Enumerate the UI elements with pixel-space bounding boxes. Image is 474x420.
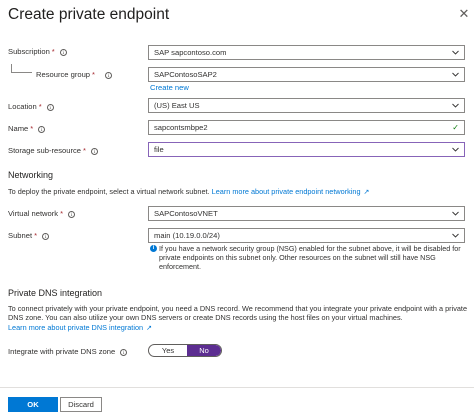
resource-group-label: Resource group [36, 70, 91, 79]
panel-title: Create private endpoint [8, 6, 170, 23]
required-marker: * [34, 231, 38, 240]
subnet-label: Subnet [8, 231, 33, 240]
chevron-down-icon [452, 232, 459, 239]
location-label: Location [8, 102, 37, 111]
info-icon[interactable]: i [91, 148, 98, 155]
subnet-value: main (10.19.0.0/24) [154, 231, 220, 240]
info-icon[interactable]: i [105, 72, 113, 79]
virtual-network-label: Virtual network [8, 209, 59, 218]
resource-group-select[interactable]: SAPContosoSAP2 [148, 67, 465, 82]
networking-intro: To deploy the private endpoint, select a… [8, 187, 210, 196]
networking-intro-row: To deploy the private endpoint, select a… [8, 187, 369, 197]
chevron-down-icon [452, 146, 459, 153]
location-select[interactable]: (US) East US [148, 98, 465, 113]
info-icon[interactable]: i [46, 104, 54, 111]
dns-heading: Private DNS integration [8, 288, 103, 298]
info-filled-icon: i [150, 245, 157, 252]
virtual-network-select[interactable]: SAPContosoVNET [148, 206, 465, 221]
virtual-network-label-row: Virtual network * i [8, 209, 76, 218]
required-marker: * [83, 146, 86, 155]
required-marker: * [30, 124, 34, 133]
create-new-link[interactable]: Create new [150, 83, 189, 92]
name-value: sapcontsmbpe2 [154, 123, 208, 132]
info-icon[interactable]: i [68, 211, 76, 218]
tree-connector [11, 64, 12, 72]
toggle-yes-option[interactable]: Yes [149, 345, 187, 356]
required-marker: * [38, 102, 42, 111]
storage-sub-resource-select[interactable]: file [148, 142, 465, 157]
storage-sub-resource-label: Storage sub-resource [8, 146, 82, 155]
learn-more-dns-link[interactable]: Learn more about private DNS integration [8, 323, 143, 332]
subnet-note-text: If you have a network security group (NS… [159, 244, 461, 272]
integrate-dns-label: Integrate with private DNS zone [8, 347, 116, 356]
chevron-down-icon [452, 49, 459, 56]
info-icon[interactable]: i [59, 49, 67, 56]
name-input[interactable]: sapcontsmbpe2 ✓ [148, 120, 465, 135]
external-link-icon: ↗ [146, 324, 152, 332]
networking-heading: Networking [8, 170, 54, 180]
external-link-icon: ↗ [363, 189, 370, 196]
subnet-select[interactable]: main (10.19.0.0/24) [148, 228, 465, 243]
checkmark-icon: ✓ [452, 123, 459, 132]
subscription-value: SAP sapcontoso.com [154, 48, 227, 57]
close-icon[interactable]: ✕ [458, 7, 470, 20]
name-label-row: Name * i [8, 124, 46, 133]
integrate-dns-toggle[interactable]: Yes No [148, 344, 222, 357]
required-marker: * [60, 209, 64, 218]
dns-intro-block: To connect privately with your private e… [8, 304, 468, 333]
location-value: (US) East US [154, 101, 200, 110]
location-label-row: Location * i [8, 102, 54, 111]
chevron-down-icon [452, 210, 459, 217]
footer-divider [0, 387, 474, 388]
subscription-label-row: Subscription * i [8, 47, 67, 56]
resource-group-value: SAPContosoSAP2 [154, 70, 217, 79]
storage-sub-resource-label-row: Storage sub-resource * i [8, 146, 98, 155]
dns-intro: To connect privately with your private e… [8, 304, 468, 323]
integrate-dns-label-row: Integrate with private DNS zone i [8, 347, 128, 356]
subnet-nsg-note: i If you have a network security group (… [150, 244, 468, 272]
subnet-label-row: Subnet * i [8, 231, 50, 240]
tree-connector [11, 72, 32, 73]
virtual-network-value: SAPContosoVNET [154, 209, 218, 218]
info-icon[interactable]: i [120, 349, 128, 356]
toggle-no-option[interactable]: No [187, 345, 221, 356]
chevron-down-icon [452, 71, 459, 78]
required-marker: * [92, 70, 96, 79]
resource-group-label-row: Resource group * i [36, 70, 113, 79]
subscription-label: Subscription [8, 47, 50, 56]
discard-button[interactable]: Discard [60, 397, 102, 412]
name-label: Name [8, 124, 29, 133]
info-icon[interactable]: i [42, 233, 50, 240]
required-marker: * [51, 47, 55, 56]
ok-button[interactable]: OK [8, 397, 58, 412]
info-icon[interactable]: i [38, 126, 46, 133]
chevron-down-icon [452, 102, 459, 109]
storage-sub-resource-value: file [154, 145, 164, 154]
learn-more-networking-link[interactable]: Learn more about private endpoint networ… [212, 187, 361, 196]
subscription-select[interactable]: SAP sapcontoso.com [148, 45, 465, 60]
